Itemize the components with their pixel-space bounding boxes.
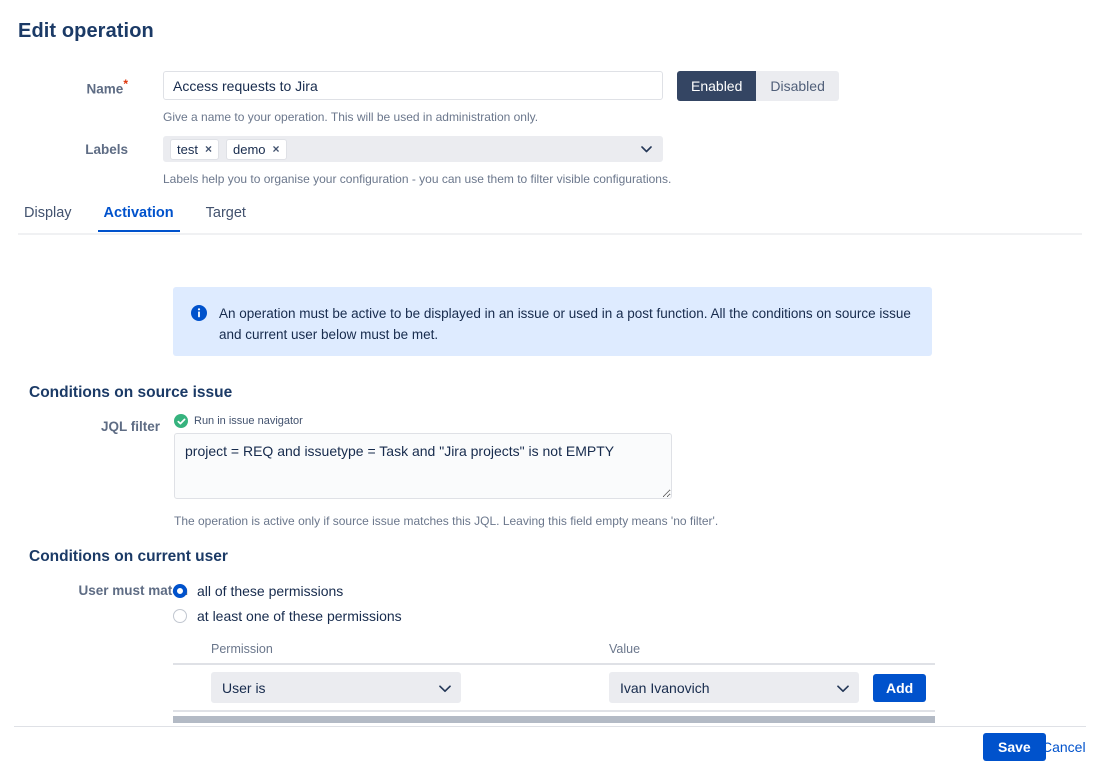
- permission-select[interactable]: User is: [211, 672, 461, 703]
- radio-at-least-one-permission[interactable]: at least one of these permissions: [173, 608, 402, 624]
- enabled-toggle-button[interactable]: Enabled: [677, 71, 756, 101]
- permissions-table-header: Permission Value: [173, 640, 935, 665]
- run-in-issue-navigator-text: Run in issue navigator: [194, 415, 303, 427]
- cancel-link[interactable]: Cancel: [1042, 739, 1086, 755]
- tab-bar: Display Activation Target: [18, 205, 1082, 235]
- value-cell: Ivan Ivanovich: [573, 672, 873, 703]
- table-row: User is Ivan Ivanovich Add: [173, 665, 935, 712]
- tab-target[interactable]: Target: [200, 205, 252, 230]
- name-label-text: Name: [87, 82, 124, 97]
- column-header-value: Value: [609, 642, 640, 656]
- add-cell: Add: [873, 674, 935, 702]
- remove-label-icon[interactable]: ×: [273, 142, 280, 156]
- label-chip[interactable]: test ×: [170, 139, 219, 160]
- jql-help-text: The operation is active only if source i…: [174, 514, 718, 528]
- tab-activation[interactable]: Activation: [98, 205, 180, 232]
- horizontal-scrollbar[interactable]: [173, 716, 935, 723]
- info-banner-text: An operation must be active to be displa…: [219, 303, 914, 356]
- status-toggle-group: Enabled Disabled: [677, 71, 839, 101]
- permissions-table: Permission Value User is Ivan Ivanovich: [173, 640, 935, 712]
- radio-selected-icon: [173, 584, 187, 598]
- source-issue-heading: Conditions on source issue: [29, 384, 232, 402]
- check-circle-icon: [174, 414, 188, 428]
- labels-help-text: Labels help you to organise your configu…: [163, 172, 671, 186]
- name-help-text: Give a name to your operation. This will…: [163, 110, 538, 124]
- run-in-issue-navigator-link[interactable]: Run in issue navigator: [174, 414, 303, 428]
- permission-cell: User is: [173, 672, 573, 703]
- chevron-down-icon: [837, 680, 849, 696]
- disabled-toggle-button[interactable]: Disabled: [756, 71, 838, 101]
- required-marker: *: [123, 77, 128, 91]
- chevron-down-icon: [439, 680, 451, 696]
- tab-display[interactable]: Display: [18, 205, 78, 230]
- label-chip[interactable]: demo ×: [226, 139, 287, 160]
- jql-filter-textarea[interactable]: [174, 433, 672, 499]
- radio-all-permissions-label: all of these permissions: [197, 583, 343, 599]
- label-chip-text: test: [177, 142, 198, 157]
- jql-field-label: JQL filter: [60, 419, 160, 434]
- chevron-down-icon: [641, 140, 652, 158]
- labels-field-label: Labels: [60, 142, 128, 157]
- horizontal-scrollbar-thumb[interactable]: [173, 716, 935, 723]
- info-icon: [191, 305, 207, 321]
- current-user-heading: Conditions on current user: [29, 548, 228, 566]
- column-header-permission: Permission: [211, 642, 273, 656]
- add-permission-button[interactable]: Add: [873, 674, 926, 702]
- footer-divider: [14, 726, 1086, 727]
- name-input[interactable]: [163, 71, 663, 100]
- radio-all-permissions[interactable]: all of these permissions: [173, 583, 343, 599]
- value-select[interactable]: Ivan Ivanovich: [609, 672, 859, 703]
- radio-unselected-icon: [173, 609, 187, 623]
- labels-multiselect[interactable]: test × demo ×: [163, 136, 663, 162]
- label-chip-text: demo: [233, 142, 266, 157]
- value-select-value: Ivan Ivanovich: [620, 680, 710, 696]
- edit-operation-page: Edit operation Name* Give a name to your…: [0, 0, 1100, 776]
- remove-label-icon[interactable]: ×: [205, 142, 212, 156]
- save-button[interactable]: Save: [983, 733, 1046, 761]
- info-banner: An operation must be active to be displa…: [173, 287, 932, 356]
- user-must-match-label: User must match: [40, 583, 188, 598]
- page-title: Edit operation: [18, 20, 154, 43]
- name-field-label: Name*: [60, 77, 128, 97]
- radio-at-least-one-label: at least one of these permissions: [197, 608, 402, 624]
- permission-select-value: User is: [222, 680, 266, 696]
